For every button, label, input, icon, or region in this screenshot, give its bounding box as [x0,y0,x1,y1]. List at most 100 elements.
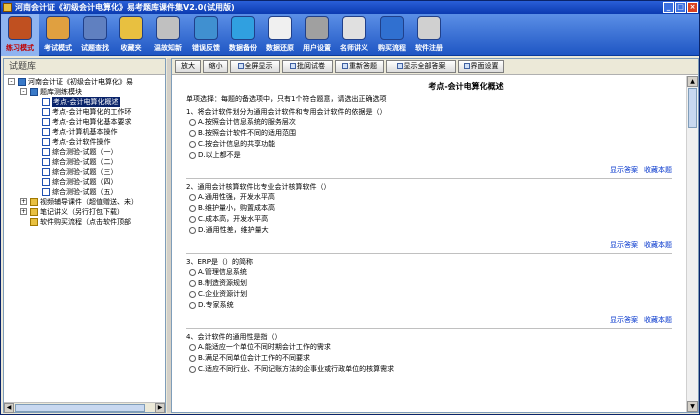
answer-option[interactable]: D.通用性差，维护量大 [186,225,686,236]
tree-node[interactable]: 综合测验-试题（四） [4,177,165,187]
minimize-button[interactable]: _ [663,2,674,13]
toolbar-button-1[interactable]: 考试模式 [39,14,77,56]
tree-node[interactable]: 综合测验-试题（三） [4,167,165,177]
toolbar-label: 收藏夹 [120,44,142,52]
maximize-button[interactable]: □ [675,2,686,13]
content-button-6[interactable]: 界面设置 [458,60,504,73]
answer-option[interactable]: B.按照会计软件不同的适用范围 [186,128,686,139]
scroll-left-icon[interactable]: ◀ [4,403,14,413]
radio-button[interactable] [189,269,196,276]
doc-icon [42,128,50,136]
tree-node[interactable]: 考点-会计电算化的工作环 [4,107,165,117]
content-button-3[interactable]: 批阅试卷 [282,60,333,73]
answer-option[interactable]: A.按照会计信息系统的服务层次 [186,117,686,128]
toolbar-button-6[interactable]: 数据备份 [225,14,261,56]
radio-button[interactable] [189,344,196,351]
radio-button[interactable] [189,280,196,287]
books-icon [8,16,32,40]
toolbar-button-3[interactable]: 收藏夹 [113,14,149,56]
tree-node[interactable]: 考点-会计电算化概述 [4,97,165,107]
horizontal-scrollbar[interactable]: ◀ ▶ [4,402,165,413]
answer-option[interactable]: C.按会计信息的共享功能 [186,139,686,150]
answer-option[interactable]: A.能适应一个单位不同时期会计工作的需求 [186,342,686,353]
toolbar-label: 考试模式 [44,44,72,52]
button-label: 重新答题 [349,62,377,70]
answer-option[interactable]: D.专家系统 [186,300,686,311]
tree-node[interactable]: + 视频辅导课件（超值赠送、未） [4,197,165,207]
favorite-link[interactable]: 收藏本题 [644,166,672,174]
answer-option[interactable]: B.维护量小，购置成本高 [186,203,686,214]
doc-icon [42,148,50,156]
answer-option[interactable]: B.制造资源规划 [186,278,686,289]
show-answer-link[interactable]: 显示答案 [610,166,638,174]
content-button-0[interactable]: 放大 [175,60,201,73]
radio-button[interactable] [189,119,196,126]
question-content: 考点-会计电算化概述 单项选择：每题的备选项中，只有1个符合题意，请选出正确选项… [172,76,686,412]
content-button-5[interactable]: 显示全部答案 [386,60,456,73]
tree-node[interactable]: 综合测验-试题（一） [4,147,165,157]
answer-option[interactable]: C.企业资源计划 [186,289,686,300]
option-label: B.按照会计软件不同的适用范围 [198,129,297,137]
scroll-up-icon[interactable]: ▲ [687,76,698,87]
answer-option[interactable]: C.成本高，开发水平高 [186,214,686,225]
content-button-2[interactable]: 全屏显示 [230,60,280,73]
tree-node[interactable]: - 题库测练模块 [4,87,165,97]
favorite-link[interactable]: 收藏本题 [644,241,672,249]
answer-option[interactable]: A.通用性强，开发水平高 [186,192,686,203]
tree-node[interactable]: 考点-会计软件操作 [4,137,165,147]
scroll-down-icon[interactable]: ▼ [687,401,698,412]
tree-node[interactable]: 考点-会计电算化基本要求 [4,117,165,127]
radio-button[interactable] [189,130,196,137]
tree-node-label: 考点-会计电算化的工作环 [52,108,132,116]
show-answer-link[interactable]: 显示答案 [610,241,638,249]
show-answer-link[interactable]: 显示答案 [610,316,638,324]
collapse-icon[interactable]: - [20,88,27,95]
radio-button[interactable] [189,141,196,148]
tree-node[interactable]: + 笔记讲义（另行打包下载） [4,207,165,217]
answer-option[interactable]: C.适应不同行业、不同记账方法的企事业或行政单位的核算需求 [186,364,686,375]
toolbar-button-7[interactable]: 数据还原 [261,14,299,56]
content-button-4[interactable]: 重新答题 [335,60,384,73]
settings-icon [305,16,329,40]
monitor-icon [194,16,218,40]
toolbar-button-8[interactable]: 用户设置 [299,14,335,56]
toolbar-button-11[interactable]: 软件注册 [411,14,447,56]
vertical-scrollbar[interactable]: ▲ ▼ [686,76,698,412]
toolbar-button-4[interactable]: 温故知新 [149,14,187,56]
tree-node[interactable]: 综合测验-试题（二） [4,157,165,167]
tree-node[interactable]: 综合测验-试题（五） [4,187,165,197]
radio-button[interactable] [189,194,196,201]
scroll-right-icon[interactable]: ▶ [155,403,165,413]
toolbar-button-2[interactable]: 试题查找 [77,14,113,56]
answer-option[interactable]: B.满足不同单位会计工作的不同要求 [186,353,686,364]
button-icon [463,63,470,69]
answer-option[interactable]: D.以上都不是 [186,150,686,161]
scroll-thumb[interactable] [688,88,697,128]
radio-button[interactable] [189,366,196,373]
radio-button[interactable] [189,205,196,212]
answer-option[interactable]: A.管理信息系统 [186,267,686,278]
collapse-icon[interactable]: - [8,78,15,85]
radio-button[interactable] [189,355,196,362]
doc-icon [42,138,50,146]
expand-icon[interactable]: + [20,198,27,205]
panel-title: 试题库 [4,59,165,75]
tree-node[interactable]: 软件购买流程（点击软件顶部 [4,217,165,227]
close-button[interactable]: × [687,2,698,13]
radio-button[interactable] [189,302,196,309]
radio-button[interactable] [189,152,196,159]
tree-node[interactable]: 考点-计算机基本操作 [4,127,165,137]
expand-icon[interactable]: + [20,208,27,215]
scroll-thumb[interactable] [15,404,145,412]
folder-icon [119,16,143,40]
toolbar-button-10[interactable]: 购买流程 [373,14,411,56]
content-button-1[interactable]: 缩小 [203,60,228,73]
radio-button[interactable] [189,216,196,223]
radio-button[interactable] [189,291,196,298]
tree-node[interactable]: - 河南会计证《初级会计电算化》易 [4,77,165,87]
favorite-link[interactable]: 收藏本题 [644,316,672,324]
toolbar-button-9[interactable]: 名师讲义 [335,14,373,56]
toolbar-button-5[interactable]: 错误反馈 [187,14,225,56]
radio-button[interactable] [189,227,196,234]
toolbar-button-0[interactable]: 练习模式 [1,14,39,56]
